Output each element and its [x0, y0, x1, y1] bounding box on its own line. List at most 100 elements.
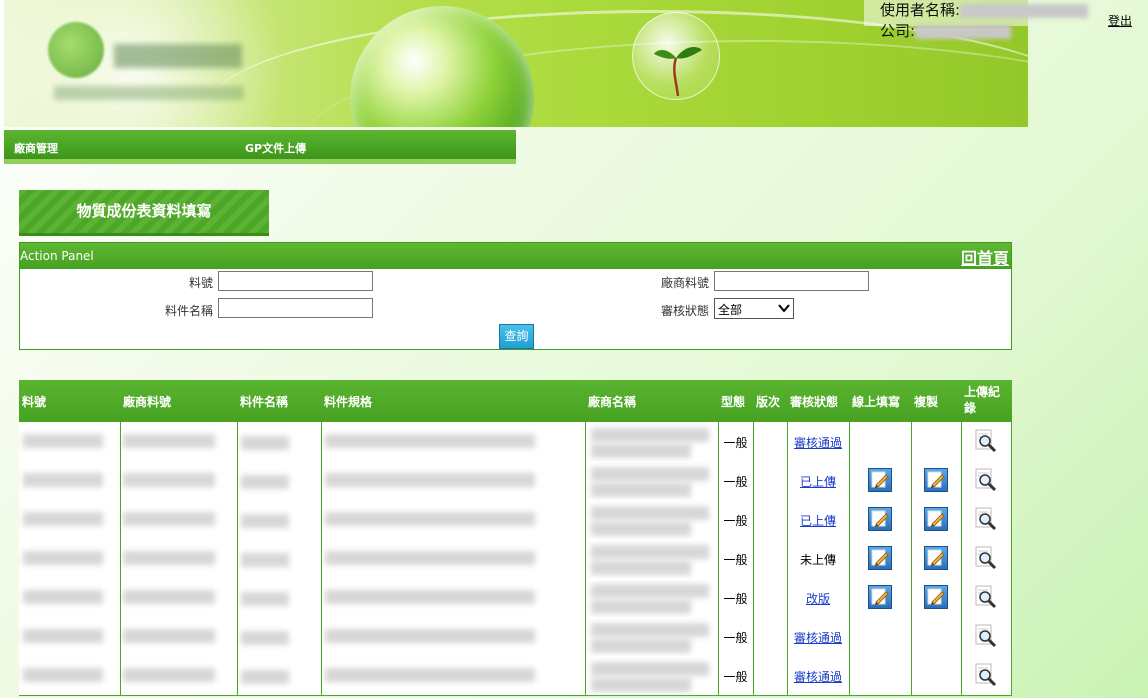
- review-status-cell[interactable]: 審核通過: [787, 668, 849, 685]
- redacted-cell: [325, 590, 535, 604]
- action-panel: Action Panel 回首頁 料號 廠商料號 料件名稱 審核狀態 全部 查詢: [19, 242, 1012, 350]
- column-divider: [1011, 461, 1012, 500]
- table-row: 一般 改版: [19, 578, 1012, 618]
- redacted-cell: [325, 551, 535, 565]
- part-no-input[interactable]: [218, 271, 373, 291]
- col-copy: 複製: [914, 395, 939, 409]
- action-panel-title: Action Panel: [20, 249, 94, 263]
- redacted-cell: [23, 473, 103, 487]
- col-online-fill: 線上填寫: [852, 395, 901, 409]
- nav-item-gp-upload[interactable]: GP文件上傳: [245, 140, 306, 156]
- column-divider: [911, 461, 912, 500]
- copy-edit-icon[interactable]: [924, 585, 948, 609]
- type-cell: 一般: [723, 514, 748, 528]
- online-fill-edit-icon[interactable]: [868, 585, 892, 609]
- column-divider: [585, 656, 586, 695]
- review-status-cell[interactable]: 審核通過: [787, 434, 849, 451]
- redacted-cell: [591, 444, 691, 458]
- redacted-cell: [325, 473, 535, 487]
- upload-log-magnifier-icon[interactable]: [974, 585, 998, 609]
- upload-log-magnifier-icon[interactable]: [974, 663, 998, 687]
- column-divider: [753, 617, 754, 656]
- redacted-cell: [325, 434, 535, 448]
- redacted-cell: [23, 629, 103, 643]
- online-fill-edit-icon[interactable]: [868, 507, 892, 531]
- col-part-spec: 料件規格: [324, 395, 373, 409]
- column-divider: [120, 422, 121, 461]
- sprout-icon: [654, 47, 702, 96]
- header-banner: [4, 0, 1028, 127]
- column-divider: [849, 461, 850, 500]
- column-divider: [753, 656, 754, 695]
- redacted-cell: [241, 553, 289, 567]
- redacted-cell: [241, 475, 289, 489]
- redacted-cell: [123, 551, 215, 565]
- logout-link[interactable]: 登出: [1108, 12, 1132, 29]
- upload-log-magnifier-icon[interactable]: [974, 546, 998, 570]
- column-divider: [849, 500, 850, 539]
- column-divider: [120, 539, 121, 578]
- upload-log-magnifier-icon[interactable]: [974, 429, 998, 453]
- redacted-cell: [241, 631, 289, 645]
- review-status-cell[interactable]: 已上傳: [787, 473, 849, 490]
- review-status-selected: 全部: [718, 303, 743, 317]
- redacted-cell: [23, 668, 103, 682]
- redacted-cell: [23, 434, 103, 448]
- redacted-cell: [123, 512, 215, 526]
- page-title: 物質成份表資料填寫: [19, 190, 269, 236]
- column-divider: [237, 578, 238, 617]
- col-part-name: 料件名稱: [240, 395, 289, 409]
- online-fill-edit-icon[interactable]: [868, 546, 892, 570]
- redacted-cell: [123, 629, 215, 643]
- redacted-cell: [591, 678, 691, 692]
- type-cell: 一般: [723, 553, 748, 567]
- column-divider: [120, 461, 121, 500]
- upload-log-magnifier-icon[interactable]: [974, 507, 998, 531]
- part-name-input[interactable]: [218, 298, 373, 318]
- column-divider: [321, 539, 322, 578]
- redacted-cell: [591, 662, 709, 676]
- redacted-cell: [241, 436, 289, 450]
- redacted-cell: [123, 434, 215, 448]
- nav-item-vendor-management[interactable]: 廠商管理: [14, 140, 58, 156]
- column-divider: [321, 578, 322, 617]
- upload-log-magnifier-icon[interactable]: [974, 624, 998, 648]
- company-logo-text: [114, 44, 242, 68]
- column-divider: [585, 422, 586, 461]
- copy-edit-icon[interactable]: [924, 507, 948, 531]
- column-divider: [1011, 500, 1012, 539]
- home-link[interactable]: 回首頁: [961, 245, 1009, 269]
- review-status-label: 審核狀態: [660, 304, 709, 318]
- type-cell: 一般: [723, 592, 748, 606]
- redacted-cell: [23, 590, 103, 604]
- col-version: 版次: [756, 395, 781, 409]
- column-divider: [237, 461, 238, 500]
- column-divider: [753, 539, 754, 578]
- copy-edit-icon[interactable]: [924, 468, 948, 492]
- upload-log-magnifier-icon[interactable]: [974, 468, 998, 492]
- review-status-select[interactable]: 全部: [714, 298, 794, 319]
- redacted-cell: [591, 639, 691, 653]
- col-part-no: 料號: [22, 395, 47, 409]
- column-divider: [1011, 656, 1012, 695]
- company-value: [915, 24, 1012, 39]
- redacted-cell: [241, 514, 289, 528]
- review-status-cell[interactable]: 審核通過: [787, 629, 849, 646]
- column-divider: [1011, 617, 1012, 656]
- user-info: 使用者名稱: 公司:: [880, 0, 1089, 42]
- redacted-cell: [23, 551, 103, 565]
- copy-edit-icon[interactable]: [924, 546, 948, 570]
- redacted-cell: [123, 668, 215, 682]
- redacted-cell: [591, 600, 691, 614]
- column-divider: [961, 461, 962, 500]
- column-divider: [961, 422, 962, 461]
- vendor-part-no-input[interactable]: [714, 271, 869, 291]
- table-header: 料號 廠商料號 料件名稱 料件規格 廠商名稱 型態 版次 審核狀態 線上填寫 複…: [19, 380, 1012, 422]
- query-button[interactable]: 查詢: [499, 324, 534, 349]
- review-status-cell[interactable]: 已上傳: [787, 512, 849, 529]
- review-status-cell: 未上傳: [799, 553, 836, 567]
- column-divider: [911, 539, 912, 578]
- column-divider: [911, 656, 912, 695]
- online-fill-edit-icon[interactable]: [868, 468, 892, 492]
- review-status-cell[interactable]: 改版: [787, 590, 849, 607]
